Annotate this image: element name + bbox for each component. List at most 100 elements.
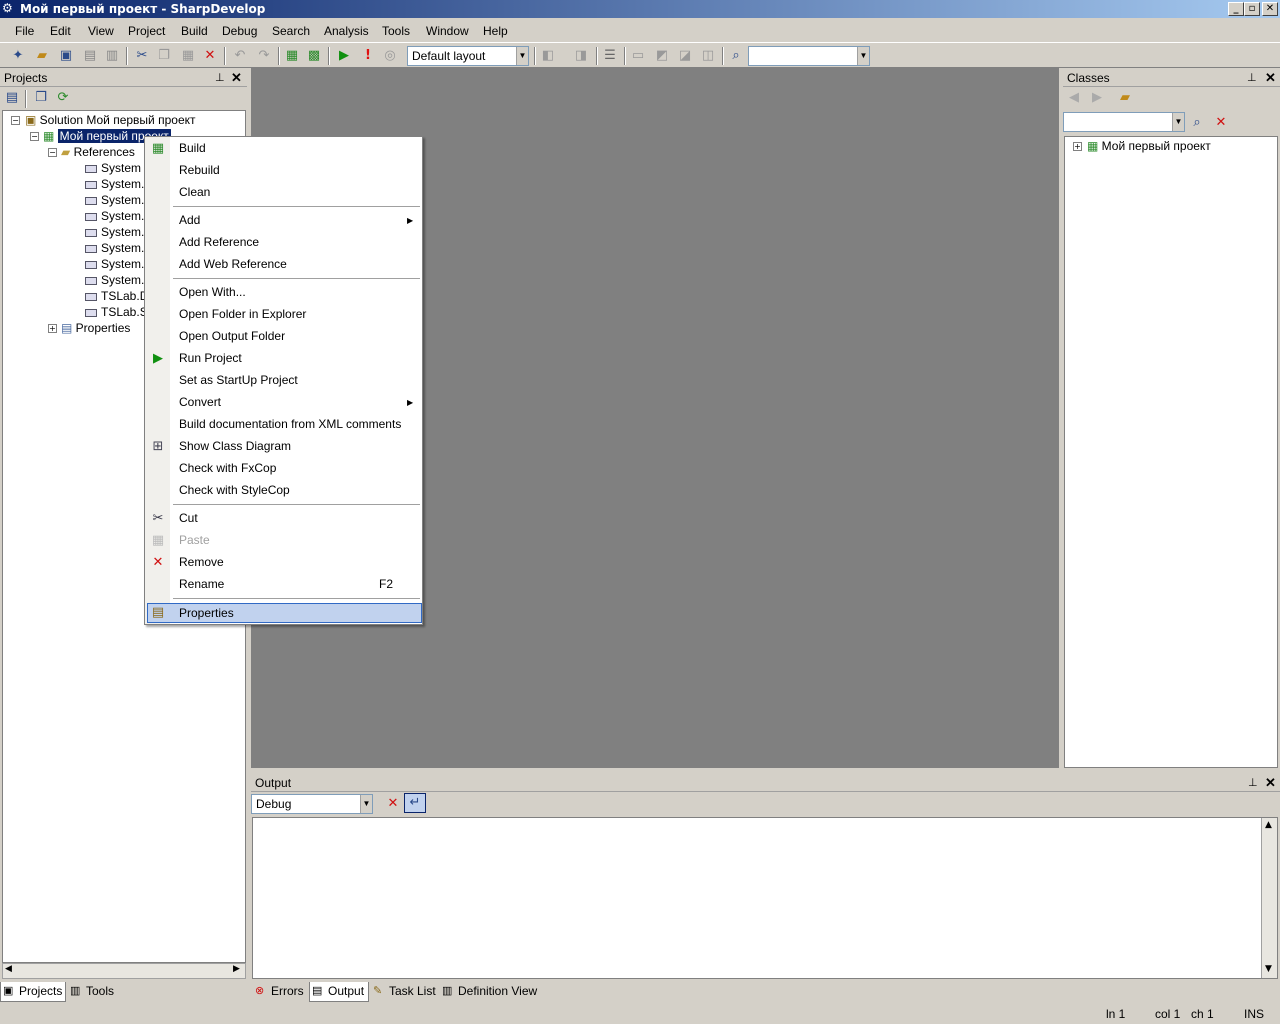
- tree-reference[interactable]: System.D: [85, 192, 153, 208]
- tree-reference[interactable]: System.X: [85, 256, 152, 272]
- menu-item-add[interactable]: Add: [179, 211, 200, 229]
- filter-icon[interactable]: ▰: [1117, 90, 1133, 106]
- scroll-up-icon[interactable]: ▲: [1265, 820, 1272, 830]
- tree-reference[interactable]: System.D: [85, 208, 153, 224]
- menu-analysis[interactable]: Analysis: [324, 24, 369, 38]
- tree-solution[interactable]: ▣ Solution Мой первый проект: [25, 112, 196, 128]
- tab-task-list[interactable]: ✎ Task List: [371, 982, 437, 1002]
- scroll-down-icon[interactable]: ▼: [1265, 964, 1272, 974]
- menu-item-check-stylecop[interactable]: Check with StyleCop: [179, 481, 290, 499]
- tree-reference[interactable]: System.V: [85, 240, 152, 256]
- tree-reference[interactable]: TSLab.D: [85, 288, 148, 304]
- restore-button[interactable]: ▫: [1244, 2, 1260, 16]
- vertical-scrollbar[interactable]: ▲ ▼: [1261, 818, 1277, 978]
- menu-item-set-startup[interactable]: Set as StartUp Project: [179, 371, 298, 389]
- menu-item-rename[interactable]: Rename: [179, 575, 224, 593]
- open-project-icon[interactable]: ▣: [58, 48, 74, 64]
- menu-help[interactable]: Help: [483, 24, 508, 38]
- collapse-icon[interactable]: −: [11, 116, 20, 125]
- menu-item-run-project[interactable]: Run Project: [179, 349, 242, 367]
- output-category-combo[interactable]: Debug ▼: [251, 794, 373, 814]
- menu-item-paste[interactable]: Paste: [179, 531, 210, 549]
- menu-item-add-reference[interactable]: Add Reference: [179, 233, 259, 251]
- classes-tree-root[interactable]: ▦ Мой первый проект: [1087, 138, 1211, 154]
- expand-icon[interactable]: +: [1073, 142, 1082, 151]
- menu-item-add-web-reference[interactable]: Add Web Reference: [179, 255, 287, 273]
- back-icon[interactable]: ◀: [1066, 90, 1082, 106]
- redo-icon[interactable]: ↷: [256, 48, 272, 64]
- menu-file[interactable]: File: [15, 24, 34, 38]
- show-all-files-icon[interactable]: ❐: [33, 90, 49, 106]
- tree-properties[interactable]: ▤ Properties: [61, 320, 130, 336]
- chevron-down-icon[interactable]: ▼: [857, 47, 869, 65]
- tree-references[interactable]: ▰ References: [61, 144, 135, 160]
- layout-combo[interactable]: Default layout ▼: [407, 46, 529, 66]
- menu-item-rebuild[interactable]: Rebuild: [179, 161, 220, 179]
- next-bookmark-icon[interactable]: ◪: [677, 48, 693, 64]
- run-icon[interactable]: ▶: [336, 48, 352, 64]
- menu-project[interactable]: Project: [128, 24, 165, 38]
- chevron-down-icon[interactable]: ▼: [1172, 113, 1184, 131]
- find-icon[interactable]: ⌕: [1189, 115, 1205, 131]
- menu-item-clean[interactable]: Clean: [179, 183, 210, 201]
- copy-icon[interactable]: ❐: [156, 48, 172, 64]
- menu-item-show-class-diagram[interactable]: Show Class Diagram: [179, 437, 291, 455]
- delete-icon[interactable]: ✕: [202, 48, 218, 64]
- tree-reference[interactable]: System.X: [85, 272, 152, 288]
- close-icon[interactable]: ✕: [1265, 69, 1276, 87]
- refresh-icon[interactable]: ⟳: [55, 90, 71, 106]
- menu-edit[interactable]: Edit: [50, 24, 71, 38]
- output-text-area[interactable]: ▲ ▼: [252, 817, 1278, 979]
- bookmark-icon[interactable]: ▭: [630, 48, 646, 64]
- menu-window[interactable]: Window: [426, 24, 469, 38]
- minimize-button[interactable]: _: [1228, 2, 1244, 16]
- run-without-debugger-icon[interactable]: !: [360, 48, 376, 64]
- menu-item-open-output-folder[interactable]: Open Output Folder: [179, 327, 285, 345]
- menu-search[interactable]: Search: [272, 24, 310, 38]
- save-icon[interactable]: ▤: [82, 48, 98, 64]
- word-wrap-icon[interactable]: ↵: [404, 793, 426, 813]
- chevron-down-icon[interactable]: ▼: [516, 47, 528, 65]
- prev-bookmark-icon[interactable]: ◩: [654, 48, 670, 64]
- menu-item-cut[interactable]: Cut: [179, 509, 198, 527]
- menu-item-convert[interactable]: Convert: [179, 393, 221, 411]
- menu-item-open-with[interactable]: Open With...: [179, 283, 246, 301]
- tab-output[interactable]: ▤ Output: [309, 982, 369, 1002]
- collapse-icon[interactable]: −: [30, 132, 39, 141]
- cut-icon[interactable]: ✂: [134, 48, 150, 64]
- tree-reference[interactable]: System.C: [85, 176, 153, 192]
- chevron-down-icon[interactable]: ▼: [360, 795, 372, 813]
- tab-projects[interactable]: ▣ Projects: [0, 982, 66, 1002]
- build-icon[interactable]: ▦: [284, 48, 300, 64]
- menu-item-properties[interactable]: Properties: [179, 604, 234, 622]
- menu-item-check-fxcop[interactable]: Check with FxCop: [179, 459, 276, 477]
- indent-icon[interactable]: ☰: [602, 48, 618, 64]
- close-icon[interactable]: ✕: [231, 69, 242, 87]
- clear-bookmarks-icon[interactable]: ◫: [700, 48, 716, 64]
- save-all-icon[interactable]: ▥: [104, 48, 120, 64]
- clear-output-icon[interactable]: ✕: [385, 796, 401, 812]
- tree-reference[interactable]: TSLab.S: [85, 304, 148, 320]
- classes-search-combo[interactable]: ▼: [1063, 112, 1185, 132]
- close-window-button[interactable]: ✕: [1262, 2, 1278, 16]
- menu-view[interactable]: View: [88, 24, 114, 38]
- paste-icon[interactable]: ▦: [180, 48, 196, 64]
- menu-item-remove[interactable]: Remove: [179, 553, 224, 571]
- menu-tools[interactable]: Tools: [382, 24, 410, 38]
- stop-icon[interactable]: ◎: [382, 48, 398, 64]
- navigate-back-icon[interactable]: ◧: [540, 48, 556, 64]
- clear-search-icon[interactable]: ✕: [1213, 115, 1229, 131]
- close-icon[interactable]: ✕: [1265, 774, 1276, 792]
- tab-definition-view[interactable]: ▥ Definition View: [440, 982, 538, 1002]
- navigate-forward-icon[interactable]: ◨: [573, 48, 589, 64]
- forward-icon[interactable]: ▶: [1089, 90, 1105, 106]
- pin-icon[interactable]: ⊥: [1247, 69, 1257, 87]
- pin-icon[interactable]: ⊥: [1248, 774, 1258, 792]
- tree-reference[interactable]: System.D: [85, 224, 153, 240]
- build-solution-icon[interactable]: ▩: [306, 48, 322, 64]
- tab-errors[interactable]: ⊗ Errors: [253, 982, 307, 1002]
- scroll-left-icon[interactable]: ◀: [5, 964, 12, 974]
- expand-icon[interactable]: +: [48, 324, 57, 333]
- horizontal-scrollbar[interactable]: ◀ ▶: [2, 963, 246, 979]
- collapse-icon[interactable]: −: [48, 148, 57, 157]
